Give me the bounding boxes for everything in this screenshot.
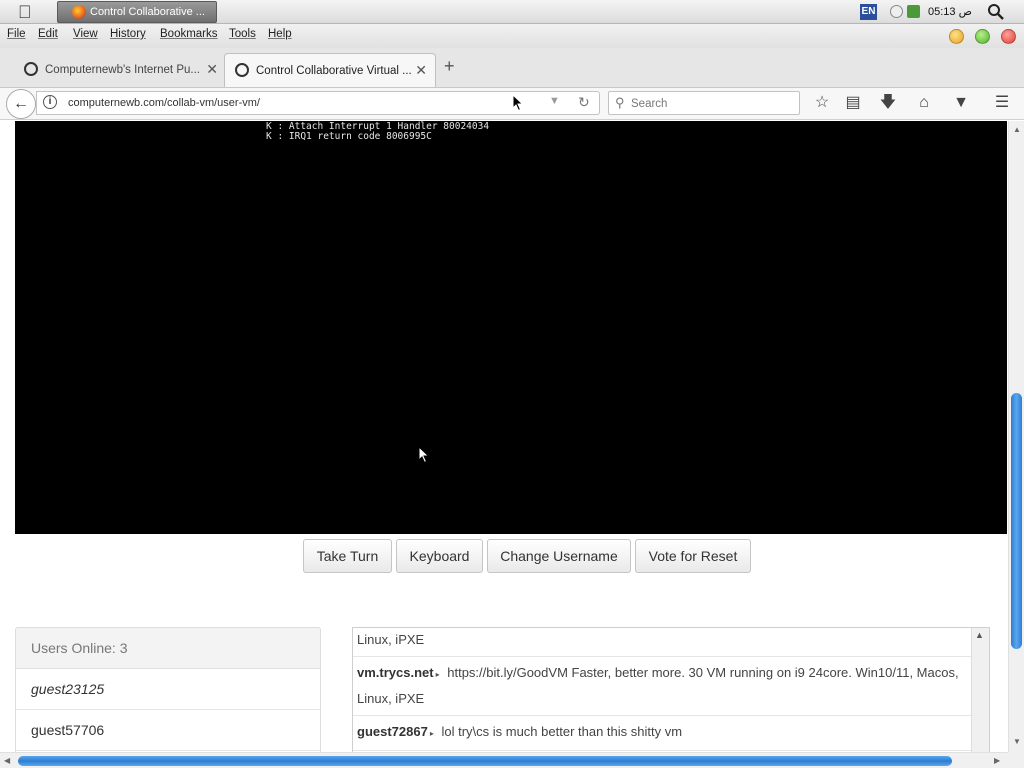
taskbar-window-title: Control Collaborative ... <box>90 6 205 18</box>
menu-view[interactable]: View <box>73 28 98 40</box>
vm-console-line: K : IRQ1 return code 8006995C <box>266 131 432 142</box>
tab-label: Control Collaborative Virtual ... <box>256 65 412 77</box>
vm-display[interactable]: K : Attach Interrupt 1 Handler 80024034 … <box>15 121 1007 534</box>
search-input[interactable] <box>631 95 791 112</box>
smiley-tray-icon[interactable] <box>890 5 903 18</box>
chat-arrow-icon: ▸ <box>435 670 440 679</box>
tab-collabvm[interactable]: Control Collaborative Virtual ... ✕ <box>224 53 436 87</box>
chat-message: guest72867 ▸ lol try\cs is much better th… <box>353 716 973 751</box>
maximize-button[interactable] <box>975 29 990 44</box>
collabvm-favicon-icon <box>235 63 249 77</box>
chat-message-text: https://bit.ly/GoodVM Faster, better mor… <box>357 665 959 706</box>
menu-tools[interactable]: Tools <box>229 28 256 40</box>
chat-panel: Linux, iPXE vm.trycs.net ▸ https://bit.ly… <box>352 627 990 752</box>
site-info-icon[interactable]: i <box>43 95 57 109</box>
chat-message-text: lol try\cs is much better than this shit… <box>441 724 683 739</box>
tab-close-icon[interactable]: ✕ <box>206 54 218 84</box>
page-horizontal-scrollbar[interactable]: ◀ ▶ <box>0 752 1008 768</box>
menu-file[interactable]: File <box>7 28 26 40</box>
search-box[interactable]: ⚲ <box>608 91 800 115</box>
chat-username[interactable]: vm.trycs.net <box>357 665 434 680</box>
chat-arrow-icon: ▸ <box>429 729 434 738</box>
scroll-down-arrow-icon[interactable]: ▼ <box>1013 737 1021 746</box>
chat-messages: Linux, iPXE vm.trycs.net ▸ https://bit.ly… <box>353 628 973 752</box>
new-tab-plus-icon[interactable]: + <box>444 56 455 77</box>
vote-for-reset-button[interactable]: Vote for Reset <box>635 539 751 573</box>
scroll-left-arrow-icon[interactable]: ◀ <box>4 756 10 765</box>
menu-history[interactable]: History <box>110 28 146 40</box>
reading-list-icon[interactable]: ▤ <box>843 94 863 112</box>
chat-username[interactable]: guest72867 <box>357 724 428 739</box>
scroll-up-arrow-icon[interactable]: ▲ <box>1013 125 1021 134</box>
page-vertical-scrollbar[interactable]: ▲ ▼ <box>1008 121 1024 752</box>
reload-icon[interactable]: ↻ <box>578 94 590 111</box>
user-list-item[interactable]: guest57706 <box>16 710 320 751</box>
clock[interactable]: 05:13 ص <box>928 5 972 18</box>
mouse-cursor-icon <box>418 446 430 464</box>
close-window-button[interactable] <box>1001 29 1016 44</box>
url-text[interactable]: computernewb.com/collab-vm/user-vm/ <box>68 97 260 109</box>
hamburger-menu-icon[interactable]: ☰ <box>992 94 1012 112</box>
minimize-button[interactable] <box>949 29 964 44</box>
home-icon[interactable]: ⌂ <box>914 94 934 112</box>
back-arrow-icon[interactable]: ← <box>6 89 36 119</box>
downloads-icon[interactable]: 🡇 <box>878 94 898 112</box>
vertical-scroll-thumb[interactable] <box>1011 393 1022 649</box>
menu-help[interactable]: Help <box>268 28 292 40</box>
url-dropdown-icon[interactable]: ▼ <box>549 95 560 107</box>
mouse-pointer-icon <box>512 94 524 112</box>
users-online-header: Users Online: 3 <box>16 628 320 669</box>
menu-edit[interactable]: Edit <box>38 28 58 40</box>
scroll-up-arrow-icon[interactable]: ▲ <box>975 630 984 640</box>
firefox-icon <box>72 5 86 19</box>
collabvm-favicon-icon <box>24 62 38 76</box>
tab-computernewb[interactable]: Computernewb's Internet Pu... ✕ <box>14 53 226 87</box>
user-list-item[interactable]: guest23125 <box>16 669 320 710</box>
menu-bar: File Edit View History Bookmarks Tools H… <box>0 24 1024 48</box>
taskbar-window-button[interactable]: Control Collaborative ... <box>57 1 217 23</box>
keyboard-button[interactable]: Keyboard <box>396 539 483 573</box>
chat-message: vm.trycs.net ▸ https://bit.ly/GoodVM Fast… <box>353 657 973 716</box>
scroll-right-arrow-icon[interactable]: ▶ <box>994 756 1000 765</box>
bookmark-star-icon[interactable]: ☆ <box>812 94 832 112</box>
change-username-button[interactable]: Change Username <box>487 539 631 573</box>
menu-bookmarks[interactable]: Bookmarks <box>160 28 218 40</box>
apple-menu-icon[interactable]:  <box>18 2 32 23</box>
chat-message: Linux, iPXE <box>353 628 973 657</box>
spotlight-search-icon[interactable] <box>987 3 1005 21</box>
system-top-bar:  Control Collaborative ... EN 05:13 ص <box>0 0 1024 24</box>
keyboard-layout-indicator[interactable]: EN <box>860 4 877 20</box>
network-tray-icon[interactable] <box>907 5 920 18</box>
scrollbar-corner <box>1008 752 1024 768</box>
tab-close-icon[interactable]: ✕ <box>415 55 427 85</box>
users-online-panel: Users Online: 3 guest23125 guest57706 <box>15 627 321 752</box>
page-content: K : Attach Interrupt 1 Handler 80024034 … <box>0 121 1008 752</box>
chat-message-text: Linux, iPXE <box>357 632 425 647</box>
take-turn-button[interactable]: Take Turn <box>303 539 392 573</box>
tab-strip: Computernewb's Internet Pu... ✕ Control … <box>0 48 1024 88</box>
horizontal-scroll-thumb[interactable] <box>18 756 952 766</box>
search-icon: ⚲ <box>615 95 625 110</box>
pocket-icon[interactable]: ▼ <box>951 94 971 112</box>
tab-label: Computernewb's Internet Pu... <box>45 64 200 76</box>
chat-scrollbar[interactable]: ▲ <box>971 628 989 752</box>
